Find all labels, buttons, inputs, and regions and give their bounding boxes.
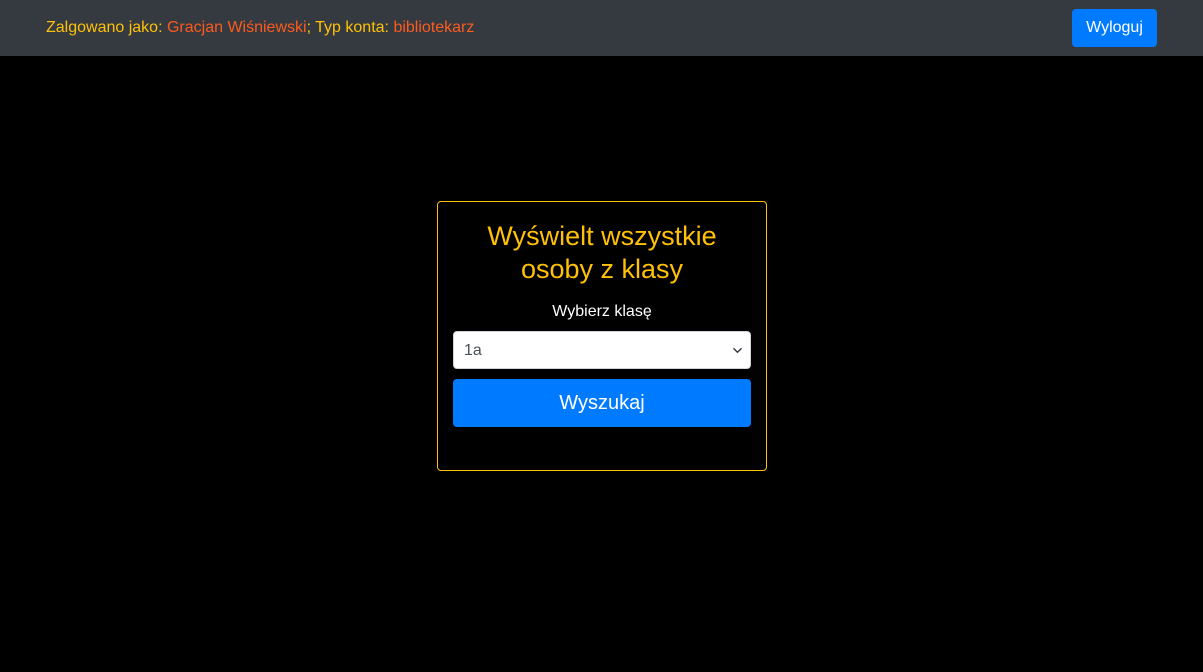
chevron-down-icon: [733, 347, 742, 354]
class-select-value: 1a: [464, 342, 482, 359]
account-type-label: ; Typ konta:: [306, 19, 394, 36]
card-title-line-2: osoby z klasy: [520, 254, 684, 284]
logged-in-label: Zalgowano jako:: [46, 19, 167, 36]
class-select-label: Wybierz klasę: [552, 303, 652, 320]
search-button[interactable]: Wyszukaj: [453, 379, 751, 427]
account-type: bibliotekarz: [393, 19, 475, 36]
user-info: Zalgowano jako: Gracjan Wiśniewski; Typ …: [46, 18, 474, 38]
search-class-card: Wyświelt wszystkie osoby z klasy Wybierz…: [437, 201, 767, 471]
card-title-line-1: Wyświelt wszystkie: [487, 221, 717, 251]
logout-button[interactable]: Wyloguj: [1072, 9, 1157, 47]
top-navbar: Zalgowano jako: Gracjan Wiśniewski; Typ …: [0, 0, 1203, 56]
user-name: Gracjan Wiśniewski: [166, 19, 307, 36]
class-select[interactable]: 1a: [453, 331, 751, 369]
card-title: Wyświelt wszystkie osoby z klasy: [438, 220, 766, 286]
